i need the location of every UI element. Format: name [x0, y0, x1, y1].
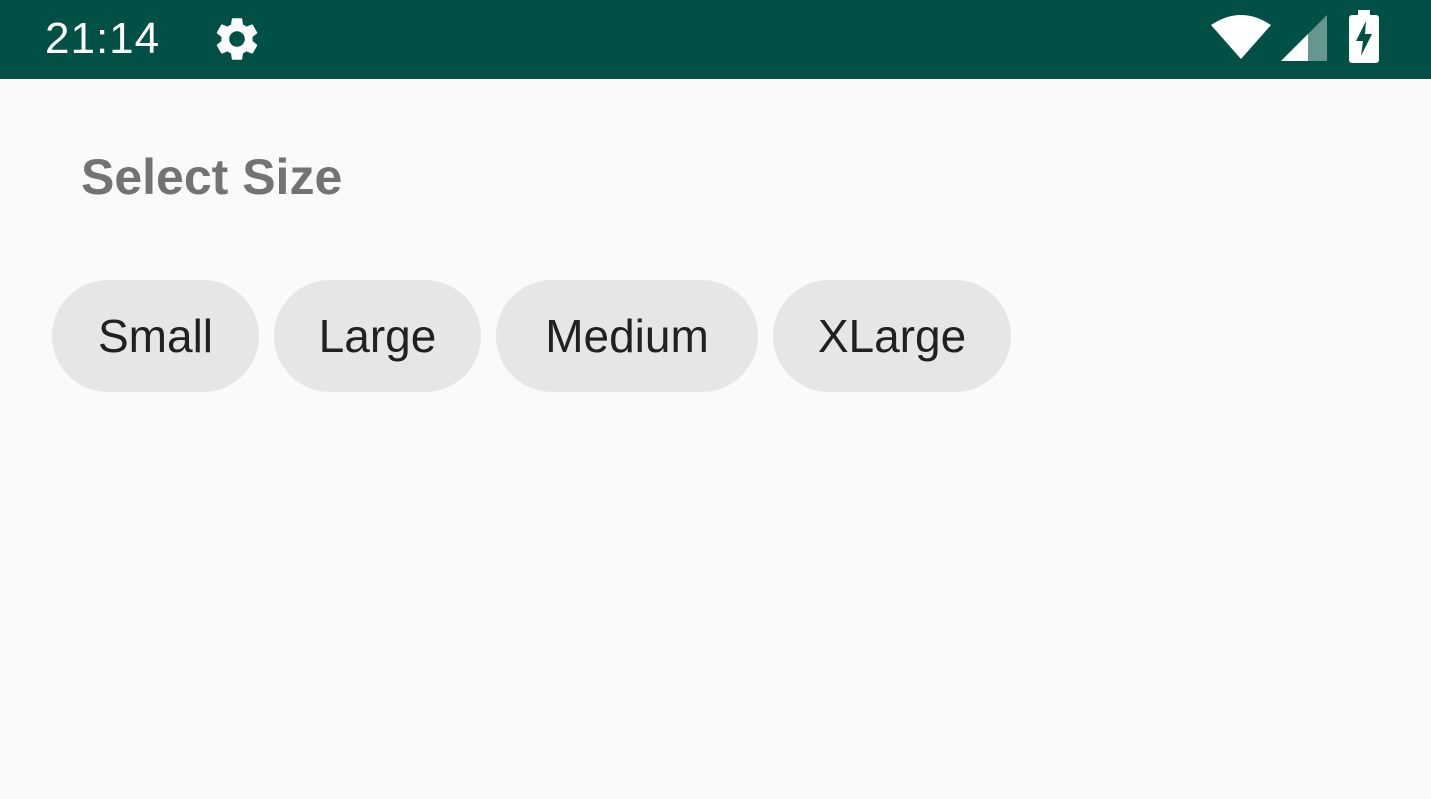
gear-icon	[216, 18, 258, 60]
chip-label: Small	[97, 310, 214, 362]
chip-label: XLarge	[817, 310, 967, 362]
status-time: 21:14	[45, 14, 161, 63]
chip-label: Large	[318, 310, 437, 362]
chip-xlarge[interactable]: XLarge	[773, 280, 1011, 392]
chip-small[interactable]: Small	[52, 280, 259, 392]
chip-medium[interactable]: Medium	[496, 280, 758, 392]
battery-charging-icon	[1349, 10, 1379, 63]
chip-label: Medium	[545, 310, 709, 362]
main-content: Select Size Small Large Medium XLarge	[0, 79, 1431, 799]
cell-signal-icon	[1281, 15, 1327, 61]
page-title: Select Size	[81, 149, 343, 205]
size-chip-group: Small Large Medium XLarge	[52, 280, 1011, 392]
status-bar: 21:14	[0, 0, 1431, 79]
wifi-icon	[1211, 15, 1271, 59]
chip-large[interactable]: Large	[274, 280, 481, 392]
